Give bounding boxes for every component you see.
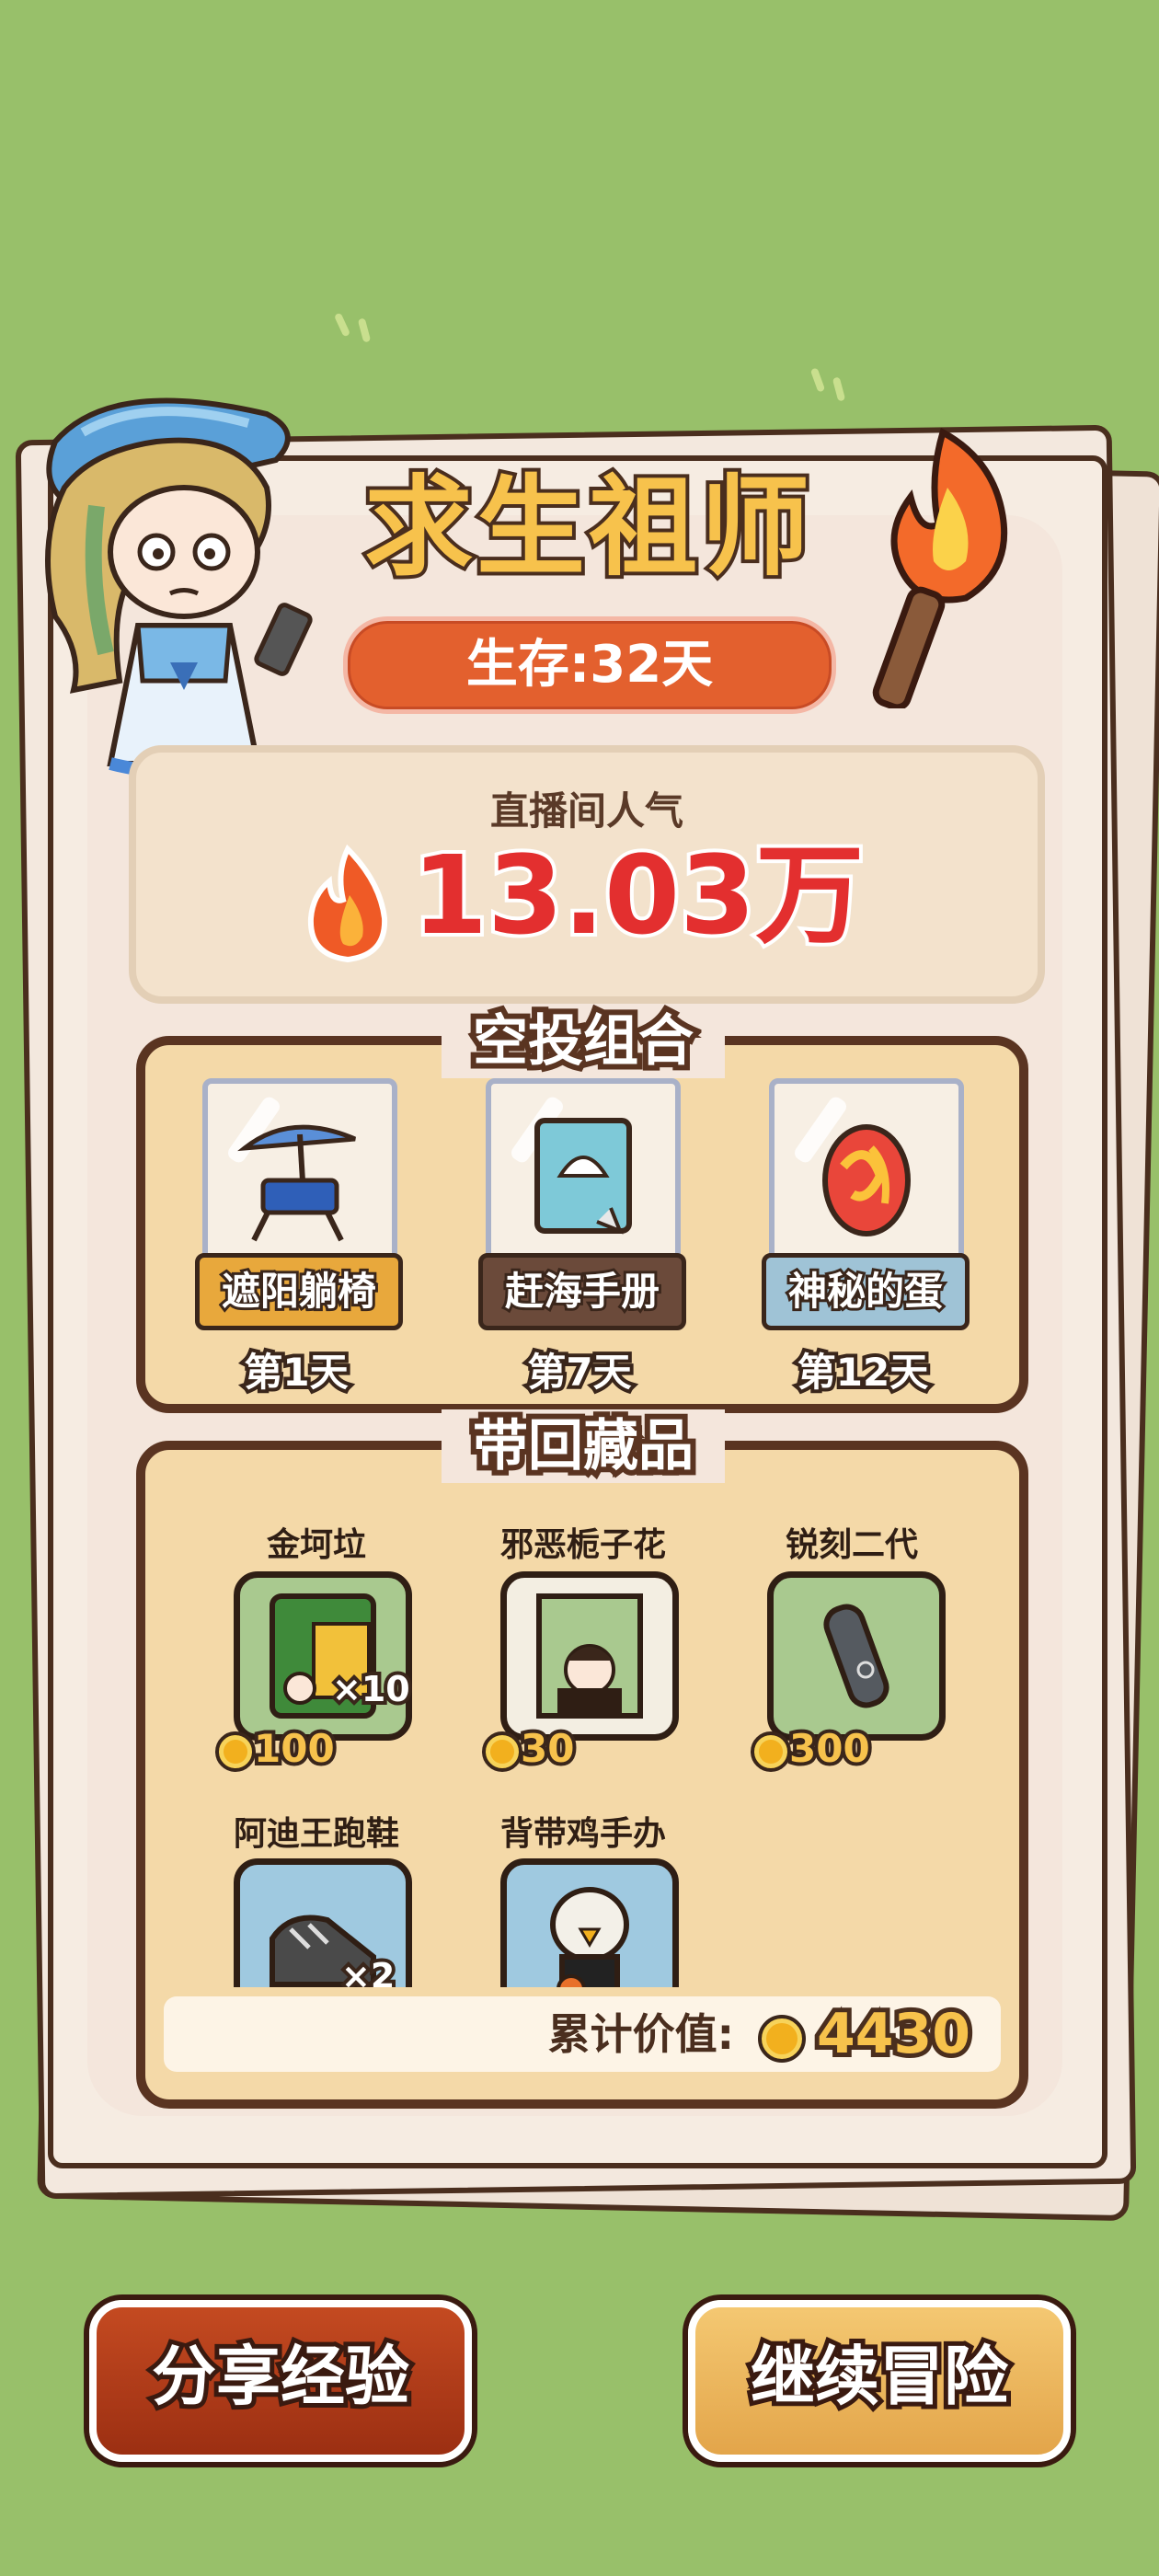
airdrop-day: 第12天	[794, 1346, 932, 1398]
airdrop-day: 第7天	[523, 1346, 635, 1398]
book-cover-icon	[536, 1593, 643, 1719]
collection-item-name: 锐刻二代	[785, 1526, 918, 1564]
handbook-icon	[534, 1118, 632, 1235]
coin-icon	[215, 1731, 256, 1772]
collection-item-name: 金坷垃	[266, 1526, 366, 1564]
item-quantity: ×2	[338, 1952, 398, 1987]
collection-item-price: 30	[517, 1722, 579, 1775]
total-value-label: 累计价值:	[547, 2009, 734, 2059]
page-title: 求生祖师	[361, 460, 813, 594]
popularity-box: 直播间人气 13.03万	[129, 745, 1045, 1004]
e-cigarette-icon	[823, 1604, 889, 1708]
share-experience-button[interactable]: 分享经验	[89, 2300, 472, 2462]
coin-icon	[758, 2015, 806, 2063]
mystery-egg-icon	[822, 1124, 911, 1236]
airdrop-label-handbook: 赶海手册	[478, 1253, 686, 1330]
collection-section-title: 带回藏品	[442, 1409, 725, 1484]
item-quantity: ×10	[328, 1665, 414, 1713]
collection-item-name: 邪恶栀子花	[499, 1526, 666, 1564]
total-value-amount: 4430	[812, 1997, 975, 2071]
collection-item-card[interactable]	[500, 1858, 679, 1987]
grass-mark	[809, 367, 826, 393]
airdrop-card[interactable]	[202, 1078, 397, 1273]
continue-adventure-button[interactable]: 继续冒险	[688, 2300, 1071, 2462]
airdrop-card[interactable]	[769, 1078, 964, 1273]
collection-item-card[interactable]	[767, 1571, 946, 1741]
airdrop-label-beach-chair: 遮阳躺椅	[195, 1253, 403, 1330]
collection-item-card[interactable]: ×2	[234, 1858, 412, 1987]
fire-icon	[307, 845, 388, 963]
survival-days-badge: 生存:32天	[343, 616, 836, 714]
collection-item-card[interactable]: ×10	[234, 1571, 414, 1741]
collection-item-price: 300	[786, 1722, 874, 1775]
torch-icon	[872, 427, 1008, 708]
airdrop-section-title: 空投组合	[442, 1004, 725, 1079]
coin-icon	[482, 1731, 522, 1772]
airdrop-card[interactable]	[486, 1078, 681, 1273]
collection-item-clip	[488, 1849, 690, 1987]
airdrop-day: 第1天	[240, 1346, 351, 1398]
collection-item-clip: ×2	[221, 1849, 423, 1987]
collection-item-name: 背带鸡手办	[499, 1815, 666, 1853]
grass-mark	[333, 312, 351, 338]
coin-icon	[751, 1731, 791, 1772]
collection-item-card[interactable]	[500, 1571, 679, 1741]
collection-item-name: 阿迪王跑鞋	[233, 1815, 399, 1853]
chicken-figure-icon	[550, 1887, 629, 1987]
popularity-value: 13.03万	[408, 828, 867, 962]
airdrop-label-mystery-egg: 神秘的蛋	[762, 1253, 970, 1330]
grass-mark	[832, 376, 846, 402]
grass-mark	[357, 317, 372, 343]
total-value-bar: 累计价值: 4430	[164, 1996, 1001, 2072]
collection-item-price: 100	[250, 1722, 339, 1775]
beach-chair-icon	[237, 1124, 356, 1242]
